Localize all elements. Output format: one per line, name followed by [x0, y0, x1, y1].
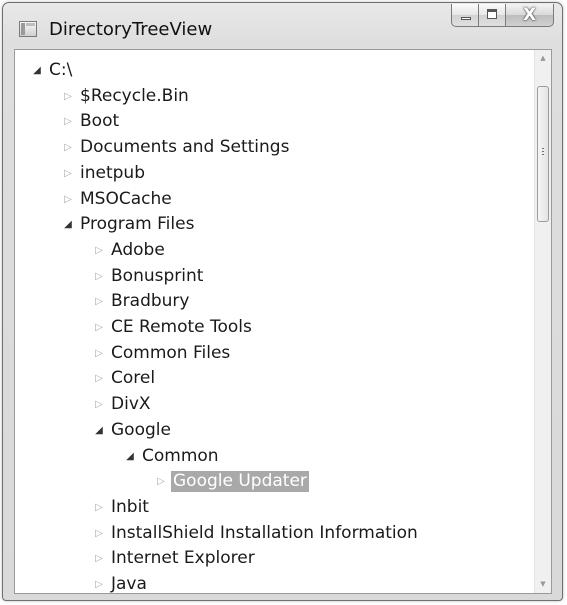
expanded-arrow-icon[interactable]: ◢ — [63, 212, 73, 237]
expanded-arrow-icon[interactable]: ◢ — [94, 418, 104, 443]
title-bar[interactable]: DirectoryTreeView X — [3, 3, 562, 49]
tree-item-label: Documents and Settings — [80, 137, 290, 158]
tree-item-label: Inbit — [111, 496, 149, 517]
collapsed-arrow-icon[interactable]: ▷ — [94, 495, 104, 520]
tree-item[interactable]: ▷ inetpub — [15, 161, 534, 186]
tree-item[interactable]: ▷ Documents and Settings — [15, 135, 534, 160]
directory-tree-view[interactable]: ◢ C:\ ▷ $Recycle.Bin ▷ Boot ▷ Documents and Set… — [14, 49, 552, 594]
tree-item-label: Boot — [80, 111, 120, 132]
tree-item[interactable]: ▷ Inbit — [15, 495, 534, 520]
tree-item[interactable]: ◢ C:\ — [15, 58, 534, 83]
tree-item[interactable]: ◢ Program Files — [15, 212, 534, 237]
tree-item[interactable]: ▷ CE Remote Tools — [15, 315, 534, 340]
tree-item-label: Java — [111, 574, 147, 593]
tree-item[interactable]: ▷ Internet Explorer — [15, 546, 534, 571]
minimize-button[interactable] — [451, 4, 479, 27]
grip-line — [542, 148, 544, 149]
caption-buttons: X — [451, 4, 554, 27]
tree-item-label: inetpub — [80, 162, 145, 183]
tree-item[interactable]: ▷ Bradbury — [15, 289, 534, 314]
tree-item-label: $Recycle.Bin — [80, 85, 189, 106]
tree-item[interactable]: ◢ Google — [15, 418, 534, 443]
tree-item-label: Common Files — [111, 342, 231, 363]
tree-item-label: Google — [111, 419, 171, 440]
collapsed-arrow-icon[interactable]: ▷ — [94, 546, 104, 571]
application-window-icon[interactable] — [19, 21, 37, 37]
tree-item-label: Corel — [111, 368, 156, 389]
maximize-button[interactable] — [479, 4, 506, 27]
tree-item-label: MSOCache — [80, 188, 172, 209]
collapsed-arrow-icon[interactable]: ▷ — [94, 521, 104, 546]
tree-item[interactable]: ▷ Bonusprint — [15, 264, 534, 289]
vertical-scrollbar[interactable]: ▲ ▼ — [534, 50, 551, 593]
tree-item-label: C:\ — [49, 60, 73, 80]
tree-content: ◢ C:\ ▷ $Recycle.Bin ▷ Boot ▷ Documents and Set… — [15, 50, 534, 593]
collapsed-arrow-icon[interactable]: ▷ — [94, 289, 104, 314]
minimize-icon — [461, 17, 471, 20]
tree-item[interactable]: ▷ Corel — [15, 366, 534, 391]
expanded-arrow-icon[interactable]: ◢ — [32, 58, 42, 83]
tree-item[interactable]: ▷ MSOCache — [15, 187, 534, 212]
tree-item-label: InstallShield Installation Information — [111, 522, 418, 543]
maximize-icon — [487, 9, 497, 19]
tree-item[interactable]: ▷ InstallShield Installation Information — [15, 521, 534, 546]
collapsed-arrow-icon[interactable]: ▷ — [63, 109, 73, 134]
tree-item-label: Program Files — [80, 214, 195, 235]
tree-item[interactable]: ▷ Java — [15, 572, 534, 593]
collapsed-arrow-icon[interactable]: ▷ — [63, 84, 73, 109]
window-title: DirectoryTreeView — [49, 19, 213, 40]
tree-item-label: CE Remote Tools — [111, 317, 252, 337]
tree-item[interactable]: ▷ Common Files — [15, 341, 534, 366]
collapsed-arrow-icon[interactable]: ▷ — [94, 392, 104, 417]
close-icon: X — [522, 5, 537, 25]
tree-item-label: Bradbury — [111, 291, 190, 312]
tree-item-label: DivX — [111, 394, 151, 415]
tree-item-label: Adobe — [111, 239, 165, 260]
tree-item[interactable]: ▷ Google Updater — [15, 469, 534, 494]
tree-item[interactable]: ▷ Adobe — [15, 238, 534, 263]
collapsed-arrow-icon[interactable]: ▷ — [94, 366, 104, 391]
tree-item-label: Google Updater — [171, 471, 309, 493]
collapsed-arrow-icon[interactable]: ▷ — [63, 161, 73, 186]
collapsed-arrow-icon[interactable]: ▷ — [94, 315, 104, 340]
collapsed-arrow-icon[interactable]: ▷ — [63, 187, 73, 212]
tree-item-label: Bonusprint — [111, 265, 204, 286]
expanded-arrow-icon[interactable]: ◢ — [125, 444, 135, 469]
app-window: DirectoryTreeView X ◢ C:\ ▷ $Recycle.Bin ▷ Bo… — [2, 2, 563, 601]
collapsed-arrow-icon[interactable]: ▷ — [94, 341, 104, 366]
tree-item[interactable]: ◢ Common — [15, 444, 534, 469]
tree-item[interactable]: ▷ Boot — [15, 109, 534, 134]
collapsed-arrow-icon[interactable]: ▷ — [94, 264, 104, 289]
collapsed-arrow-icon[interactable]: ▷ — [63, 135, 73, 160]
grip-line — [542, 151, 544, 152]
tree-item[interactable]: ▷ DivX — [15, 392, 534, 417]
tree-item[interactable]: ▷ $Recycle.Bin — [15, 84, 534, 109]
grip-line — [542, 154, 544, 155]
tree-item-label: Internet Explorer — [111, 548, 255, 569]
close-button[interactable]: X — [506, 4, 554, 27]
tree-item-label: Common — [142, 445, 219, 466]
collapsed-arrow-icon[interactable]: ▷ — [94, 572, 104, 593]
scroll-down-arrow-icon[interactable]: ▼ — [535, 576, 551, 593]
collapsed-arrow-icon[interactable]: ▷ — [156, 469, 166, 494]
scrollbar-thumb[interactable] — [537, 86, 549, 222]
collapsed-arrow-icon[interactable]: ▷ — [94, 238, 104, 263]
scroll-up-arrow-icon[interactable]: ▲ — [535, 50, 551, 67]
